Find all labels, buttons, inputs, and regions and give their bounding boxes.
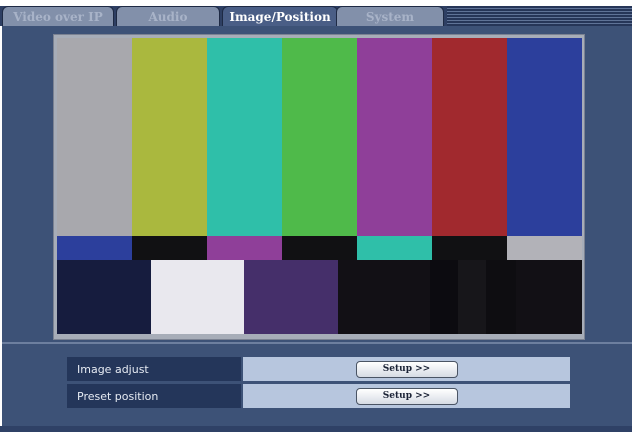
mid-bar-4 (357, 236, 432, 260)
bottom-bar-2 (244, 260, 338, 334)
bottom-edge (0, 426, 632, 432)
main-bar-6 (507, 38, 582, 236)
tab-image-position[interactable]: Image/Position (222, 6, 338, 26)
color-bars-main (57, 38, 582, 236)
mid-bar-6 (507, 236, 582, 260)
mid-bar-2 (207, 236, 282, 260)
main-bar-2 (207, 38, 282, 236)
bottom-bar-8 (516, 260, 582, 334)
bottom-bar-7 (486, 260, 516, 334)
bottom-bar-5 (430, 260, 458, 334)
image-adjust-cell: Setup >> (243, 357, 570, 381)
bottom-bar-1 (151, 260, 244, 334)
main-bar-5 (432, 38, 507, 236)
mid-bar-1 (132, 236, 207, 260)
main-bar-4 (357, 38, 432, 236)
main-bar-1 (132, 38, 207, 236)
image-adjust-row: Image adjust Setup >> (67, 357, 570, 381)
color-bars-bottom (57, 260, 582, 334)
preset-position-row: Preset position Setup >> (67, 384, 570, 408)
color-bars-mid (57, 236, 582, 260)
preset-position-setup-button[interactable]: Setup >> (355, 387, 458, 405)
bottom-bar-6 (458, 260, 486, 334)
preset-position-cell: Setup >> (243, 384, 570, 408)
bottom-bar-0 (57, 260, 151, 334)
tab-system[interactable]: System (336, 6, 444, 26)
image-adjust-label: Image adjust (67, 357, 241, 381)
main-bar-0 (57, 38, 132, 236)
camera-preview (57, 38, 582, 334)
tab-bar-decoration (447, 6, 632, 26)
tab-video-over-ip[interactable]: Video over IP (2, 6, 114, 26)
mid-bar-3 (282, 236, 357, 260)
mid-bar-5 (432, 236, 507, 260)
mid-bar-0 (57, 236, 132, 260)
main-bar-3 (282, 38, 357, 236)
image-adjust-setup-button[interactable]: Setup >> (355, 360, 458, 378)
panel-divider (2, 342, 632, 344)
bottom-bar-3 (338, 260, 384, 334)
tab-audio[interactable]: Audio (116, 6, 220, 26)
bottom-bar-4 (384, 260, 430, 334)
preset-position-label: Preset position (67, 384, 241, 408)
